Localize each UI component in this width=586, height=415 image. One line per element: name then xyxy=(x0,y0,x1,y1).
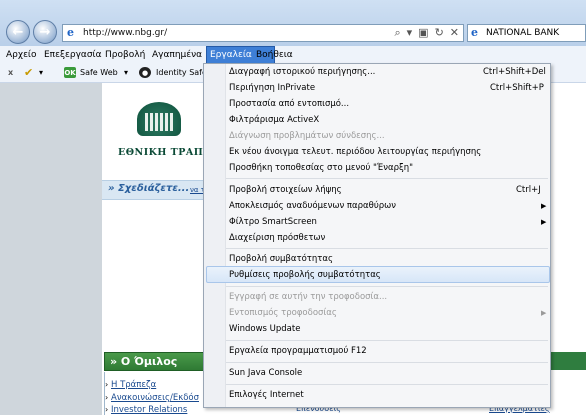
group-link-announcements[interactable]: Ανακοινώσεις/Εκδόσ xyxy=(111,393,199,403)
bank-logo-columns xyxy=(145,113,173,131)
menu-delete-history[interactable]: Διαγραφή ιστορικού περιήγησης... xyxy=(229,67,375,77)
search-box[interactable]: e NATIONAL BANK xyxy=(467,24,586,42)
menu-windows-update[interactable]: Windows Update xyxy=(229,324,300,334)
menu-reopen-session[interactable]: Εκ νέου άνοιγμα τελευτ. περιόδου λειτουρ… xyxy=(229,147,481,157)
search-icon[interactable]: ⌕ xyxy=(394,26,400,40)
safe-web-icon: OK xyxy=(64,67,76,78)
forward-button[interactable]: → xyxy=(33,20,57,44)
menu-diagnose-connection: Διάγνωση προβλημάτων σύνδεσης... xyxy=(229,131,385,141)
menu-separator xyxy=(226,362,548,363)
safe-web-button[interactable]: Safe Web xyxy=(80,68,118,77)
menu-separator xyxy=(226,178,548,179)
menu-java-console[interactable]: Sun Java Console xyxy=(229,368,302,378)
refresh-icon[interactable]: ↻ xyxy=(435,26,444,40)
page-left-background xyxy=(0,83,102,415)
right-section-header xyxy=(550,352,586,370)
menu-view-downloads[interactable]: Προβολή στοιχείων λήψης xyxy=(229,185,342,195)
menu-feed-discovery: Εντοπισμός τροφοδοσίας xyxy=(229,308,337,318)
shortcut-view-downloads: Ctrl+J xyxy=(516,185,541,195)
menu-file[interactable]: Αρχείο xyxy=(6,50,37,60)
arrow-right-icon: → xyxy=(39,24,51,40)
menu-separator xyxy=(226,248,548,249)
menu-internet-options[interactable]: Επιλογές Internet xyxy=(229,390,304,400)
chevron-down-icon[interactable]: ▾ xyxy=(124,68,128,77)
norton-check-icon[interactable]: ✔ xyxy=(24,66,33,79)
stop-icon[interactable]: ✕ xyxy=(450,26,459,40)
address-url[interactable]: http://www.nbg.gr/ xyxy=(83,28,167,38)
search-text[interactable]: NATIONAL BANK xyxy=(486,28,559,38)
dropdown-icon[interactable]: ▾ xyxy=(407,26,413,40)
menu-favorites[interactable]: Αγαπημένα xyxy=(152,50,202,60)
menu-smartscreen[interactable]: Φίλτρο SmartScreen xyxy=(229,217,317,227)
submenu-arrow-icon: ▶ xyxy=(541,202,547,210)
menu-inprivate[interactable]: Περιήγηση InPrivate xyxy=(229,83,315,93)
identity-safe-icon: ● xyxy=(139,67,151,78)
arrow-icon: › xyxy=(105,380,109,389)
menu-subscribe-feed: Εγγραφή σε αυτήν την τροφοδοσία... xyxy=(229,292,388,302)
submenu-arrow-icon: ▶ xyxy=(541,218,547,226)
group-section-title: » Ο Όμιλος xyxy=(110,355,178,368)
back-button[interactable]: ← xyxy=(6,20,30,44)
menu-separator xyxy=(226,384,548,385)
menu-compatibility-settings[interactable]: Ρυθμίσεις προβολής συμβατότητας xyxy=(229,270,381,280)
arrow-icon: › xyxy=(105,393,109,402)
menu-tools[interactable]: Εργαλεία xyxy=(210,50,252,60)
menu-f12-tools[interactable]: Εργαλεία προγραμματισμού F12 xyxy=(229,346,367,356)
shortcut-delete-history: Ctrl+Shift+Del xyxy=(483,67,546,77)
menu-view[interactable]: Προβολή xyxy=(105,50,145,60)
menu-separator xyxy=(226,340,548,341)
compatibility-view-icon[interactable]: ▣ xyxy=(418,26,428,40)
menu-manage-addons[interactable]: Διαχείριση πρόσθετων xyxy=(229,233,325,243)
address-bar[interactable]: e http://www.nbg.gr/ ⌕ ▾ ▣ ↻ ✕ xyxy=(62,24,464,42)
menu-activex-filtering[interactable]: Φιλτράρισμα ActiveX xyxy=(229,115,319,125)
menu-popup-blocker[interactable]: Αποκλεισμός αναδυόμενων παραθύρων xyxy=(229,201,396,211)
group-link-bank[interactable]: Η Τράπεζα xyxy=(111,380,156,390)
tools-menu-icon-gutter xyxy=(204,64,226,407)
identity-safe-button[interactable]: Identity Safe xyxy=(156,68,207,77)
menu-add-to-start[interactable]: Προσθήκη τοποθεσίας στο μενού "Έναρξη" xyxy=(229,163,413,173)
submenu-arrow-icon: ▶ xyxy=(541,309,547,317)
arrow-icon: › xyxy=(105,405,109,414)
menu-tracking-protection[interactable]: Προστασία από εντοπισμό... xyxy=(229,99,349,109)
toolbar-close-button[interactable]: x xyxy=(8,68,13,77)
ie-search-icon: e xyxy=(471,26,478,39)
arrow-left-icon: ← xyxy=(12,24,24,40)
group-link-investor-relations[interactable]: Investor Relations xyxy=(111,405,187,415)
menu-edit[interactable]: Επεξεργασία xyxy=(44,50,102,60)
shortcut-inprivate: Ctrl+Shift+P xyxy=(490,83,544,93)
menu-help[interactable]: Βοήθεια xyxy=(256,50,293,60)
bank-logo-text[interactable]: ΕΘΝΙΚΗ ΤΡΑΠΕΖ xyxy=(118,147,218,158)
menu-compatibility-view[interactable]: Προβολή συμβατότητας xyxy=(229,254,333,264)
plan-heading: » Σχεδιάζετε... xyxy=(108,183,190,194)
chevron-down-icon[interactable]: ▾ xyxy=(39,68,43,77)
ie-icon: e xyxy=(67,26,74,39)
menu-separator xyxy=(226,286,548,287)
